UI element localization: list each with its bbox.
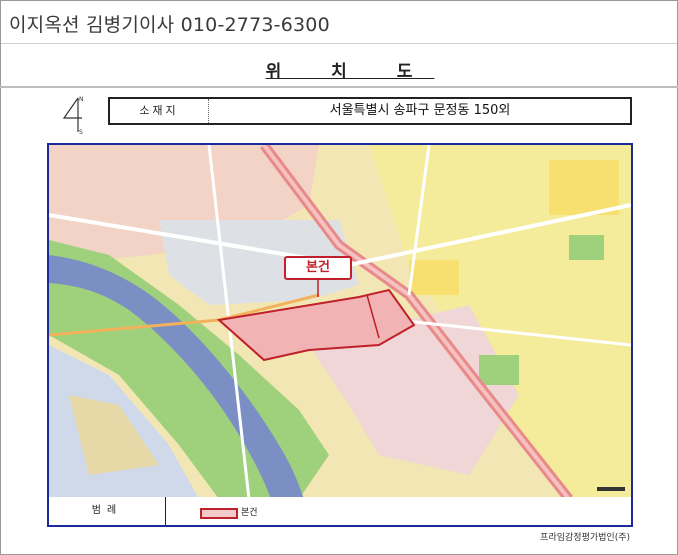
legend-subject-swatch [200,508,238,519]
north-arrow-icon: N S [62,96,84,134]
apartment-block-ne [549,160,619,215]
header-divider [1,43,677,44]
subject-callout[interactable]: 본건 [284,256,352,280]
location-box: 소재지 서울특별시 송파구 문정동 150외 [108,97,632,125]
location-map[interactable] [47,143,633,501]
location-label: 소재지 [110,99,209,123]
document-title: 위 치 도 [265,62,435,82]
svg-text:N: N [79,96,84,103]
legend-label: 범례 [49,497,166,525]
park-patch [569,235,604,260]
svg-text:S: S [79,129,83,134]
legend-subject-label: 본건 [241,508,258,518]
location-value: 서울특별시 송파구 문정동 150외 [329,103,511,118]
title-divider [0,86,678,88]
scale-bar [597,487,625,491]
appraisal-firm: 프라임감정평가법인(주) [540,533,630,543]
header-bar: 이지옥션 김병기이사 010-2773-6300 [1,1,677,43]
map-canvas [49,145,631,499]
apartment-block-center [409,260,459,295]
legend: 범례 본건 [47,497,633,527]
header-title: 이지옥션 김병기이사 010-2773-6300 [9,14,330,36]
park-patch [479,355,519,385]
